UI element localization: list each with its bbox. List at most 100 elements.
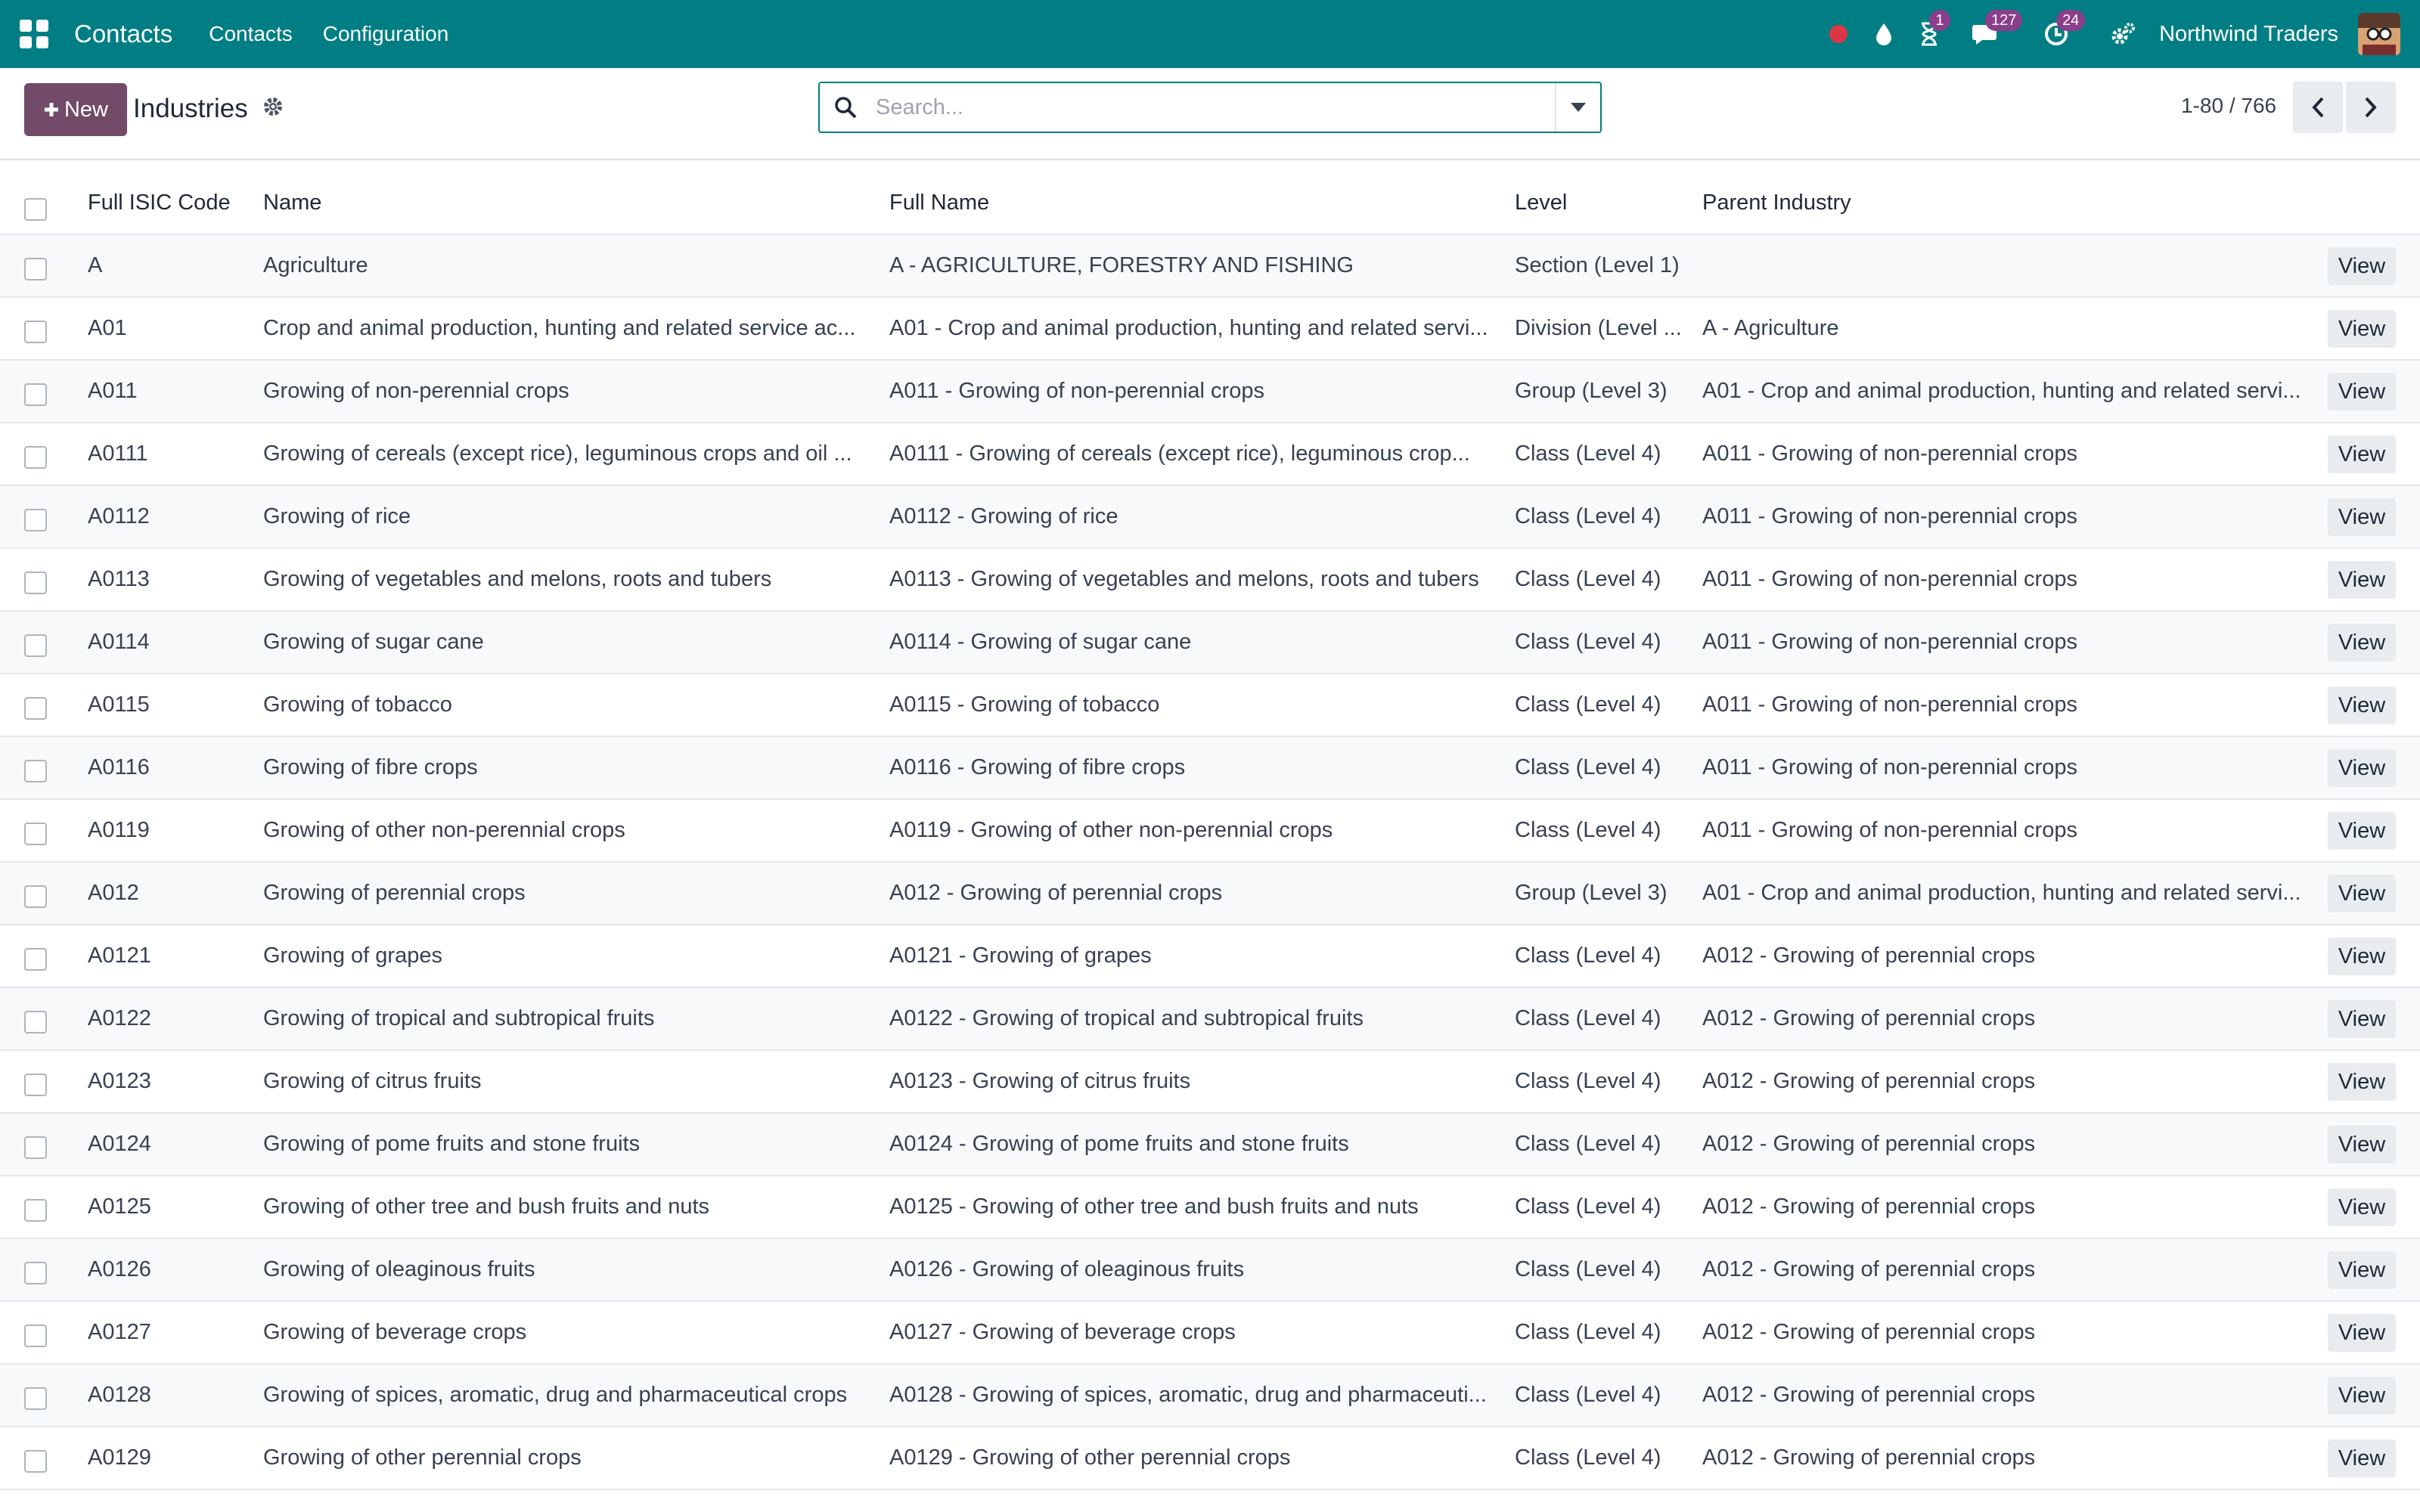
cell-full-name[interactable]: A0121 - Growing of grapes [889, 925, 1502, 987]
table-row[interactable]: A0128 Growing of spices, aromatic, drug a… [0, 1365, 2420, 1427]
cell-parent-industry[interactable]: A011 - Growing of non-perennial crops [1702, 612, 2315, 673]
cell-parent-industry[interactable]: A012 - Growing of perennial crops [1702, 988, 2315, 1049]
cell-name[interactable]: Growing of perennial crops [263, 863, 876, 924]
cell-parent-industry[interactable]: A011 - Growing of non-perennial crops [1702, 674, 2315, 736]
cell-name[interactable]: Growing of non-perennial crops [263, 361, 876, 422]
view-button[interactable]: View [2328, 310, 2396, 348]
view-button[interactable]: View [2328, 1063, 2396, 1101]
row-checkbox[interactable] [24, 1011, 47, 1033]
table-row[interactable]: A0126 Growing of oleaginous fruits A0126 -… [0, 1239, 2420, 1302]
cell-name[interactable]: Growing of pome fruits and stone fruits [263, 1114, 876, 1175]
cell-full-name[interactable]: A0116 - Growing of fibre crops [889, 737, 1502, 798]
cell-full-name[interactable]: A0128 - Growing of spices, aromatic, dru… [889, 1365, 1502, 1426]
cell-level[interactable]: Class (Level 4) [1515, 674, 1693, 736]
table-row[interactable]: A Agriculture A - AGRICULTURE, FORESTRY AN… [0, 235, 2420, 298]
cell-parent-industry[interactable]: A012 - Growing of perennial crops [1702, 1239, 2315, 1300]
cell-parent-industry[interactable]: A011 - Growing of non-perennial crops [1702, 423, 2315, 485]
cell-full-name[interactable]: A0123 - Growing of citrus fruits [889, 1051, 1502, 1112]
cell-level[interactable]: Class (Level 4) [1515, 1427, 1693, 1489]
cell-isic-code[interactable]: A0112 [88, 486, 254, 547]
row-checkbox[interactable] [24, 383, 47, 406]
cell-full-name[interactable]: A0129 - Growing of other perennial crops [889, 1427, 1502, 1489]
cell-parent-industry[interactable]: A011 - Growing of non-perennial crops [1702, 549, 2315, 610]
cell-isic-code[interactable]: A0111 [88, 423, 254, 485]
cell-name[interactable]: Growing of sugar cane [263, 612, 876, 673]
cell-parent-industry[interactable]: A - Agriculture [1702, 298, 2315, 359]
cell-full-name[interactable]: A012 - Growing of perennial crops [889, 863, 1502, 924]
column-header-parent-industry[interactable]: Parent Industry [1702, 160, 2315, 234]
view-button[interactable]: View [2328, 812, 2396, 850]
gear-icon[interactable] [262, 95, 286, 119]
cell-name[interactable]: Growing of vegetables and melons, roots … [263, 549, 876, 610]
view-button[interactable]: View [2328, 1439, 2396, 1477]
record-icon[interactable] [1823, 19, 1854, 49]
view-button[interactable]: View [2328, 875, 2396, 912]
cell-full-name[interactable]: A0127 - Growing of beverage crops [889, 1302, 1502, 1363]
drop-icon[interactable] [1869, 19, 1899, 49]
view-button[interactable]: View [2328, 624, 2396, 662]
view-button[interactable]: View [2328, 435, 2396, 473]
app-brand[interactable]: Contacts [74, 20, 172, 48]
cell-name[interactable]: Growing of beverage crops [263, 1302, 876, 1363]
cell-level[interactable]: Class (Level 4) [1515, 1176, 1693, 1238]
messages-icon[interactable]: 127 [1970, 10, 2023, 49]
row-checkbox[interactable] [24, 1387, 47, 1410]
cell-parent-industry[interactable]: A011 - Growing of non-perennial crops [1702, 486, 2315, 547]
settings-gears-icon[interactable] [2108, 19, 2138, 49]
table-row[interactable]: A0115 Growing of tobacco A0115 - Growing o… [0, 674, 2420, 737]
table-row[interactable]: A0111 Growing of cereals (except rice), l… [0, 423, 2420, 486]
cell-isic-code[interactable]: A0114 [88, 612, 254, 673]
search-bar[interactable]: Search... [818, 82, 1602, 133]
table-row[interactable]: A01 Crop and animal production, hunting a… [0, 298, 2420, 361]
cell-full-name[interactable]: A0113 - Growing of vegetables and melons… [889, 549, 1502, 610]
cell-parent-industry[interactable]: A012 - Growing of perennial crops [1702, 1427, 2315, 1489]
cell-parent-industry[interactable]: A011 - Growing of non-perennial crops [1702, 800, 2315, 861]
row-checkbox[interactable] [24, 321, 47, 343]
view-button[interactable]: View [2328, 686, 2396, 724]
cell-name[interactable]: Growing of oleaginous fruits [263, 1239, 876, 1300]
row-checkbox[interactable] [24, 1262, 47, 1284]
cell-isic-code[interactable]: A0121 [88, 925, 254, 987]
view-button[interactable]: View [2328, 1000, 2396, 1038]
cell-name[interactable]: Growing of citrus fruits [263, 1051, 876, 1112]
cell-isic-code[interactable]: A011 [88, 361, 254, 422]
cell-level[interactable]: Class (Level 4) [1515, 737, 1693, 798]
cell-isic-code[interactable]: A0125 [88, 1176, 254, 1238]
cell-parent-industry[interactable]: A012 - Growing of perennial crops [1702, 1302, 2315, 1363]
cell-isic-code[interactable]: A0126 [88, 1239, 254, 1300]
table-row[interactable]: A0114 Growing of sugar cane A0114 - Growin… [0, 612, 2420, 674]
cell-level[interactable]: Class (Level 4) [1515, 1365, 1693, 1426]
view-button[interactable]: View [2328, 247, 2396, 285]
cell-parent-industry[interactable]: A012 - Growing of perennial crops [1702, 1365, 2315, 1426]
select-all-checkbox[interactable] [24, 198, 47, 221]
cell-full-name[interactable]: A0122 - Growing of tropical and subtropi… [889, 988, 1502, 1049]
cell-isic-code[interactable]: A0123 [88, 1051, 254, 1112]
view-button[interactable]: View [2328, 373, 2396, 411]
row-checkbox[interactable] [24, 572, 47, 594]
cell-name[interactable]: Growing of rice [263, 486, 876, 547]
row-checkbox[interactable] [24, 1136, 47, 1159]
column-header-level[interactable]: Level [1515, 160, 1693, 234]
column-header-name[interactable]: Name [263, 160, 876, 234]
table-row[interactable]: A0116 Growing of fibre crops A0116 - Growi… [0, 737, 2420, 800]
cell-full-name[interactable]: A01 - Crop and animal production, huntin… [889, 298, 1502, 359]
view-button[interactable]: View [2328, 561, 2396, 599]
company-switcher[interactable]: Northwind Traders [2159, 22, 2338, 47]
cell-isic-code[interactable]: A0119 [88, 800, 254, 861]
cell-isic-code[interactable]: A0128 [88, 1365, 254, 1426]
cell-isic-code[interactable]: A0116 [88, 737, 254, 798]
table-row[interactable]: A0125 Growing of other tree and bush frui… [0, 1176, 2420, 1239]
cell-name[interactable]: Growing of tobacco [263, 674, 876, 736]
view-button[interactable]: View [2328, 1126, 2396, 1163]
cell-level[interactable]: Group (Level 3) [1515, 361, 1693, 422]
cell-level[interactable]: Class (Level 4) [1515, 549, 1693, 610]
row-checkbox[interactable] [24, 697, 47, 720]
table-row[interactable]: A011 Growing of non-perennial crops A011 -… [0, 361, 2420, 423]
column-header-isic-code[interactable]: Full ISIC Code [88, 160, 254, 234]
cell-isic-code[interactable]: A01 [88, 298, 254, 359]
table-row[interactable]: A0113 Growing of vegetables and melons, r… [0, 549, 2420, 612]
cell-level[interactable]: Group (Level 3) [1515, 863, 1693, 924]
row-checkbox[interactable] [24, 509, 47, 531]
cell-name[interactable]: Growing of other tree and bush fruits an… [263, 1176, 876, 1238]
cell-full-name[interactable]: A0126 - Growing of oleaginous fruits [889, 1239, 1502, 1300]
